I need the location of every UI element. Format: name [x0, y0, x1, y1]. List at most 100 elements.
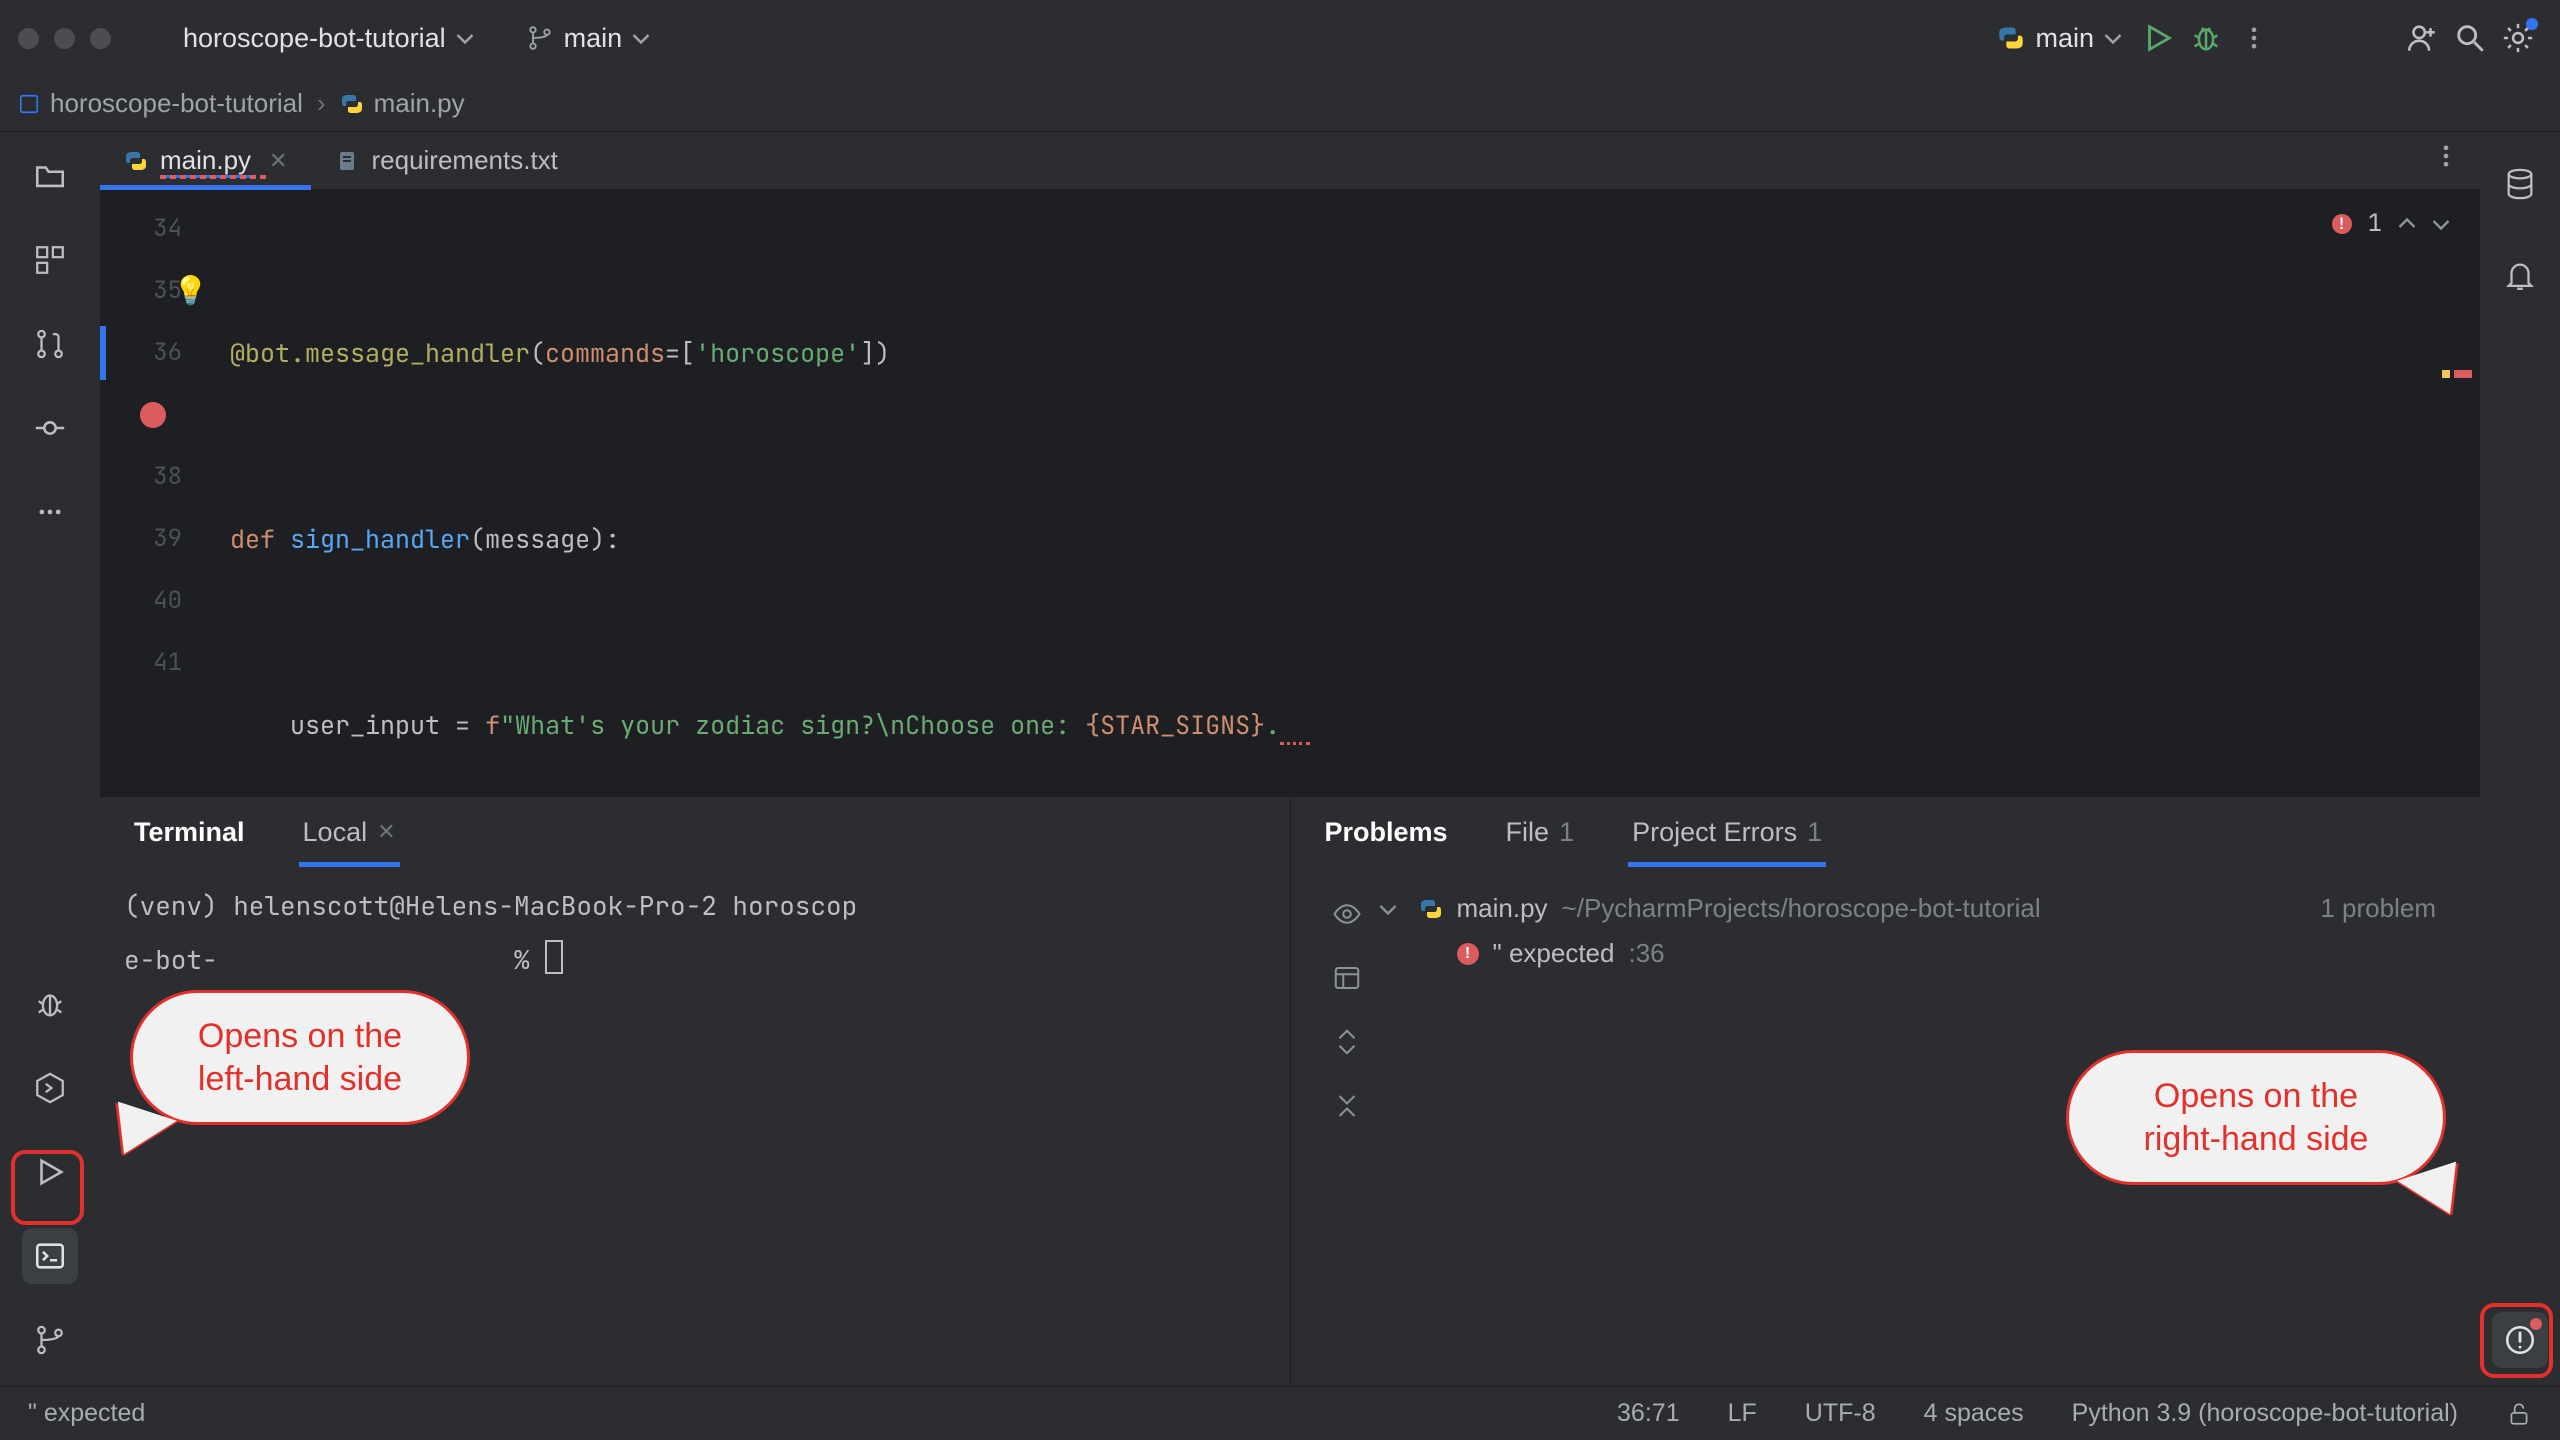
- left-tool-rail: [0, 132, 100, 1386]
- vcs-tool[interactable]: [22, 1312, 78, 1368]
- chevron-up-icon[interactable]: [2398, 215, 2416, 233]
- status-message[interactable]: " expected: [28, 1399, 145, 1428]
- search-everywhere[interactable]: [2446, 14, 2494, 62]
- traffic-min[interactable]: [54, 28, 75, 49]
- eye-icon[interactable]: [1332, 899, 1362, 929]
- problems-tabs: Problems File 1 Project Errors 1: [1291, 797, 2481, 867]
- play-icon: [33, 1155, 67, 1189]
- expand-icon[interactable]: [1332, 1027, 1362, 1057]
- ellipsis-icon: [36, 498, 64, 526]
- status-encoding[interactable]: UTF-8: [1805, 1399, 1876, 1428]
- problems-tab-label: File: [1506, 817, 1550, 848]
- problems-tab-file[interactable]: File 1: [1506, 797, 1575, 867]
- structure-icon: [33, 243, 67, 277]
- editor-tab-actions[interactable]: [2422, 132, 2470, 180]
- more-tools[interactable]: [22, 484, 78, 540]
- folder-icon: [33, 159, 67, 193]
- traffic-max[interactable]: [90, 28, 111, 49]
- problems-item-loc: :36: [1628, 938, 1664, 969]
- debug-button[interactable]: [2182, 14, 2230, 62]
- problems-tab-project[interactable]: Project Errors 1: [1632, 797, 1822, 867]
- error-stripe[interactable]: [2442, 370, 2476, 396]
- python-icon: [1997, 24, 2025, 52]
- error-icon: !: [2332, 214, 2352, 234]
- right-tool-rail: [2480, 132, 2560, 1386]
- breadcrumb-file[interactable]: main.py: [340, 88, 465, 119]
- problems-item-msg: " expected: [1493, 938, 1615, 969]
- editor-tab-label: main.py: [160, 145, 251, 176]
- line-number: 36: [100, 322, 222, 384]
- pull-requests-tool[interactable]: [22, 316, 78, 372]
- terminal-tab-primary[interactable]: Terminal: [134, 797, 245, 867]
- debug-tool[interactable]: [22, 976, 78, 1032]
- traffic-close[interactable]: [18, 28, 39, 49]
- pull-request-icon: [33, 327, 67, 361]
- more-actions[interactable]: [2230, 14, 2278, 62]
- code-line: user_input = f"What's your zodiac sign?\…: [222, 694, 2480, 756]
- terminal-content[interactable]: (venv) helenscott@Helens-MacBook-Pro-2 h…: [100, 867, 1290, 1386]
- status-caret-pos[interactable]: 36:71: [1617, 1399, 1680, 1428]
- problems-item[interactable]: ! " expected :36: [1379, 938, 2457, 969]
- terminal-tab-local[interactable]: Local ✕: [303, 797, 396, 867]
- structure-tool[interactable]: [22, 232, 78, 288]
- kebab-icon: [2240, 24, 2268, 52]
- notifications-tool[interactable]: [2492, 248, 2548, 304]
- python-icon: [124, 149, 148, 173]
- inspection-widget[interactable]: ! 1: [2324, 204, 2458, 243]
- database-tool[interactable]: [2492, 156, 2548, 212]
- problems-tab-primary[interactable]: Problems: [1325, 797, 1448, 867]
- editor-tab-requirements[interactable]: requirements.txt: [311, 132, 581, 189]
- status-line-sep[interactable]: LF: [1728, 1399, 1757, 1428]
- line-number: 34: [100, 198, 222, 260]
- terminal-subtab-label: Local: [303, 817, 368, 848]
- callout-text: Opens on the left-hand side: [198, 1017, 402, 1098]
- project-tool[interactable]: [22, 148, 78, 204]
- gutter[interactable]: 34 💡35 36 38 39 40 41: [100, 190, 222, 796]
- problems-tool[interactable]: [2492, 1312, 2548, 1368]
- breadcrumb: horoscope-bot-tutorial › main.py: [0, 76, 2560, 132]
- terminal-tool[interactable]: [22, 1228, 78, 1284]
- code-with-me[interactable]: [2398, 14, 2446, 62]
- breadcrumb-root[interactable]: horoscope-bot-tutorial: [18, 88, 303, 119]
- status-interpreter[interactable]: Python 3.9 (horoscope-bot-tutorial): [2072, 1399, 2458, 1428]
- problems-toolbar: [1315, 879, 1379, 1374]
- problems-file-node[interactable]: main.py ~/PycharmProjects/horoscope-bot-…: [1379, 893, 2457, 924]
- vcs-branch-dropdown[interactable]: main: [514, 14, 663, 62]
- close-icon[interactable]: ✕: [377, 819, 395, 845]
- problems-file-count: 1 problem: [2320, 893, 2456, 924]
- window-controls: [18, 28, 111, 49]
- run-config-label: main: [2035, 23, 2094, 54]
- settings[interactable]: [2494, 14, 2542, 62]
- workspace: main.py ✕ requirements.txt ! 1: [0, 132, 2560, 1386]
- main-toolbar: horoscope-bot-tutorial main main: [0, 0, 2560, 76]
- run-config-dropdown[interactable]: main: [1985, 14, 2134, 62]
- editor-tab-main[interactable]: main.py ✕: [100, 132, 311, 189]
- run-button[interactable]: [2134, 14, 2182, 62]
- cursor: [545, 940, 563, 974]
- code-content[interactable]: @bot.message_handler(commands=['horoscop…: [222, 190, 2480, 796]
- branch-icon: [526, 24, 554, 52]
- annotation-callout-left: Opens on the left-hand side: [130, 990, 470, 1125]
- code-editor[interactable]: ! 1 34 💡35 36 38 39 40 41 @bot.message: [100, 190, 2480, 796]
- editor-tab-label: requirements.txt: [371, 145, 557, 176]
- terminal-line: (venv) helenscott@Helens-MacBook-Pro-2 h…: [124, 879, 1266, 933]
- lock-open-icon[interactable]: [2506, 1401, 2532, 1427]
- python-icon: [340, 92, 364, 116]
- project-dropdown[interactable]: horoscope-bot-tutorial: [171, 14, 486, 62]
- chevron-down-icon[interactable]: [2432, 215, 2450, 233]
- user-plus-icon: [2405, 21, 2439, 55]
- collapse-icon[interactable]: [1332, 1091, 1362, 1121]
- error-squiggle: [160, 175, 270, 179]
- close-icon[interactable]: ✕: [269, 148, 287, 174]
- intention-bulb-icon[interactable]: 💡: [173, 260, 208, 322]
- status-indent[interactable]: 4 spaces: [1924, 1399, 2024, 1428]
- problems-tab-badge: 1: [1807, 817, 1822, 848]
- python-console-tool[interactable]: [22, 1060, 78, 1116]
- problems-file-path: ~/PycharmProjects/horoscope-bot-tutorial: [1562, 893, 2041, 924]
- problems-file-name: main.py: [1457, 893, 1548, 924]
- run-tool[interactable]: [22, 1144, 78, 1200]
- commit-tool[interactable]: [22, 400, 78, 456]
- chevron-down-icon: [2104, 29, 2122, 47]
- terminal-tabs: Terminal Local ✕: [100, 797, 1290, 867]
- layout-icon[interactable]: [1332, 963, 1362, 993]
